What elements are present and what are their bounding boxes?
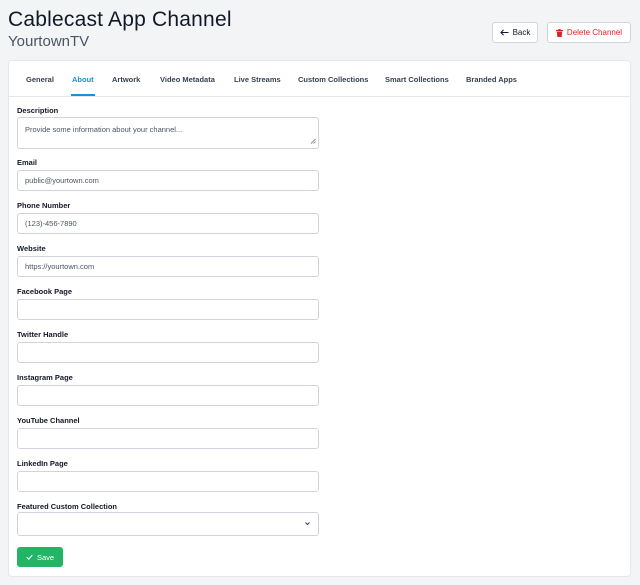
tab-smart-collections[interactable]: Smart Collections	[385, 75, 449, 84]
instagram-label: Instagram Page	[17, 373, 73, 382]
phone-field[interactable]: (123)-456-7890	[17, 213, 319, 234]
website-field[interactable]: https://yourtown.com	[17, 256, 319, 277]
tab-custom-collections[interactable]: Custom Collections	[298, 75, 368, 84]
back-button[interactable]: Back	[492, 22, 538, 43]
page-header: Cablecast App Channel YourtownTV	[8, 8, 232, 51]
description-textarea[interactable]: Provide some information about your chan…	[17, 117, 319, 149]
email-placeholder: public@yourtown.com	[25, 176, 99, 185]
description-placeholder: Provide some information about your chan…	[25, 125, 183, 134]
featured-collection-select[interactable]	[17, 512, 319, 536]
featured-collection-label: Featured Custom Collection	[17, 502, 118, 511]
check-icon	[26, 553, 33, 562]
youtube-field[interactable]	[17, 428, 319, 449]
facebook-label: Facebook Page	[17, 287, 73, 296]
phone-label: Phone Number	[17, 201, 71, 210]
arrow-left-icon	[499, 29, 509, 36]
trash-icon	[555, 28, 563, 37]
linkedin-field[interactable]	[17, 471, 319, 492]
instagram-field[interactable]	[17, 385, 319, 406]
website-label: Website	[17, 244, 46, 253]
tab-live-streams[interactable]: Live Streams	[234, 75, 281, 84]
active-tab-indicator	[71, 94, 95, 96]
tab-branded-apps[interactable]: Branded Apps	[466, 75, 517, 84]
phone-placeholder: (123)-456-7890	[25, 219, 77, 228]
resize-handle-icon[interactable]	[310, 137, 316, 146]
email-field[interactable]: public@yourtown.com	[17, 170, 319, 191]
delete-channel-label: Delete Channel	[566, 28, 623, 37]
settings-tabs: General About Artwork Video Metadata Liv…	[9, 61, 630, 97]
page-subtitle: YourtownTV	[8, 33, 90, 50]
email-label: Email	[17, 158, 38, 167]
tab-general[interactable]: General	[26, 75, 54, 84]
tab-video-metadata[interactable]: Video Metadata	[160, 75, 215, 84]
channel-settings-card: General About Artwork Video Metadata Liv…	[8, 60, 631, 577]
page-title: Cablecast App Channel	[8, 8, 232, 31]
tab-about[interactable]: About	[72, 75, 94, 84]
back-button-label: Back	[512, 28, 531, 37]
youtube-label: YouTube Channel	[17, 416, 80, 425]
twitter-field[interactable]	[17, 342, 319, 363]
save-button[interactable]: Save	[17, 547, 63, 567]
twitter-label: Twitter Handle	[17, 330, 69, 339]
linkedin-label: LinkedIn Page	[17, 459, 68, 468]
chevron-down-icon	[304, 520, 311, 529]
tab-artwork[interactable]: Artwork	[112, 75, 140, 84]
description-label: Description	[17, 106, 59, 115]
delete-channel-button[interactable]: Delete Channel	[547, 22, 631, 43]
save-button-label: Save	[36, 552, 55, 562]
facebook-field[interactable]	[17, 299, 319, 320]
website-placeholder: https://yourtown.com	[25, 262, 95, 271]
